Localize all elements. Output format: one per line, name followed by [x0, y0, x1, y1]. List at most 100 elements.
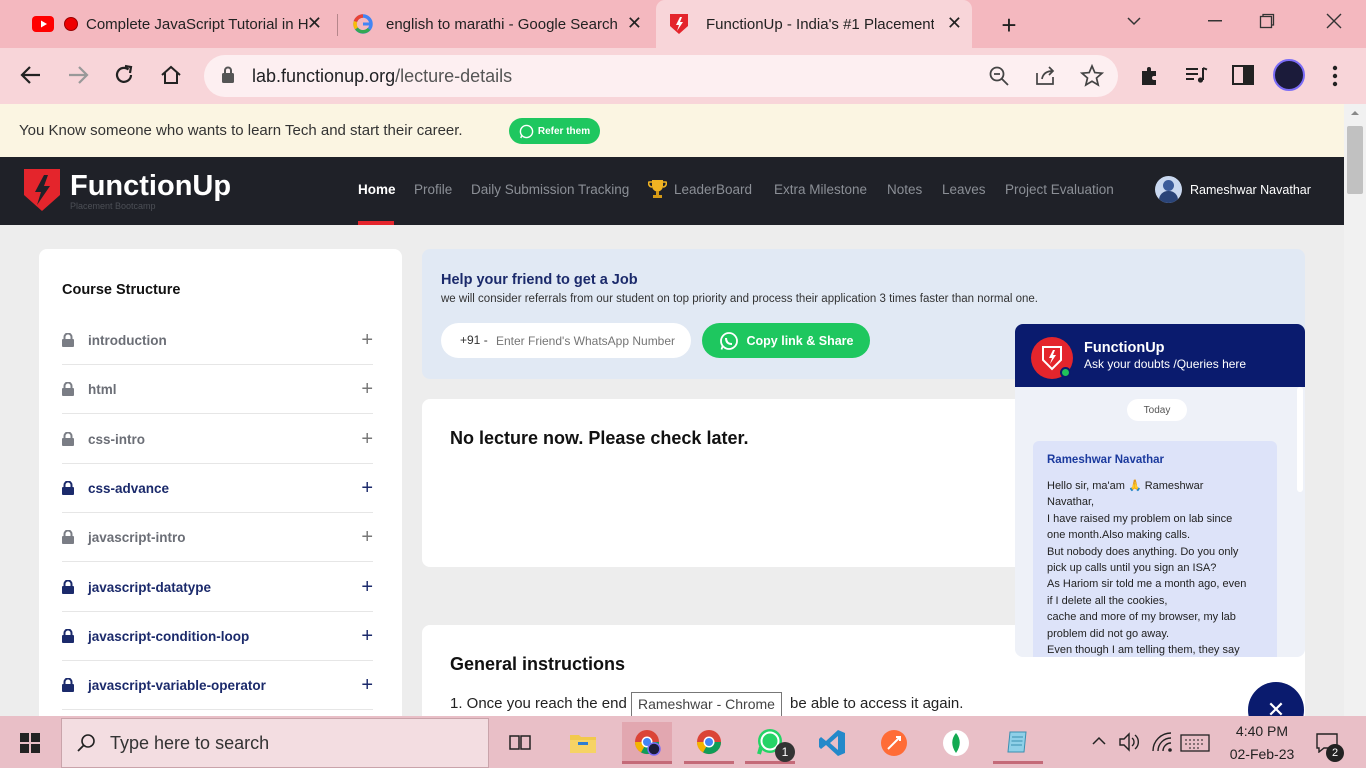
expand-plus-icon[interactable]: +: [361, 477, 373, 500]
banner-text: You Know someone who wants to learn Tech…: [19, 122, 463, 139]
phone-prefix: +91 -: [460, 333, 488, 347]
course-item-javascript-datatype[interactable]: javascript-datatype +: [62, 563, 373, 612]
tab-title: Complete JavaScript Tutorial in Hindi: [86, 15, 308, 33]
chevron-up-icon[interactable]: [1091, 736, 1107, 746]
nav-notes[interactable]: Notes: [887, 182, 922, 197]
file-explorer-icon[interactable]: [558, 722, 608, 764]
nav-extra-milestone[interactable]: Extra Milestone: [774, 182, 867, 197]
chat-scrollbar[interactable]: [1297, 387, 1303, 492]
more-menu-icon[interactable]: [1331, 65, 1339, 87]
instructions-title: General instructions: [450, 654, 626, 674]
close-tab-icon[interactable]: ✕: [627, 14, 642, 32]
nav-daily-submission-tracking[interactable]: Daily Submission Tracking: [471, 182, 629, 197]
refer-them-button[interactable]: Refer them: [509, 118, 600, 144]
course-item-html[interactable]: html +: [62, 365, 373, 414]
tab-separator: [337, 14, 338, 36]
close-tab-icon[interactable]: ✕: [307, 14, 322, 32]
expand-plus-icon[interactable]: +: [361, 329, 373, 352]
course-item-javascript-condition-loop[interactable]: javascript-condition-loop +: [62, 612, 373, 661]
nav-profile[interactable]: Profile: [414, 182, 452, 197]
zoom-icon[interactable]: [988, 65, 1010, 87]
course-item-introduction[interactable]: introduction +: [62, 316, 373, 365]
url-text[interactable]: lab.functionup.org/lecture-details: [252, 66, 512, 87]
recording-dot-icon: [64, 17, 78, 31]
media-queue-icon[interactable]: [1184, 64, 1208, 86]
online-status-dot: [1060, 367, 1071, 378]
course-item-javascript-intro[interactable]: javascript-intro +: [62, 513, 373, 562]
task-view-icon[interactable]: [508, 731, 532, 753]
home-icon[interactable]: [160, 64, 182, 86]
bookmark-star-icon[interactable]: [1080, 64, 1104, 88]
expand-plus-icon[interactable]: +: [361, 576, 373, 599]
chrome-taskbar-icon[interactable]: [684, 722, 734, 764]
course-structure-title: Course Structure: [62, 282, 181, 298]
clock-date[interactable]: 02-Feb-23: [1222, 746, 1302, 762]
minimize-icon[interactable]: [1208, 20, 1222, 22]
profile-avatar-icon[interactable]: [1273, 59, 1305, 91]
functionup-logo-icon[interactable]: [22, 167, 62, 213]
notification-count-badge: 2: [1326, 744, 1344, 762]
functionup-logo-icon: [1042, 346, 1062, 371]
expand-plus-icon[interactable]: +: [361, 526, 373, 549]
user-avatar[interactable]: [1155, 176, 1182, 203]
expand-plus-icon[interactable]: +: [361, 674, 373, 697]
restore-icon[interactable]: [1259, 13, 1275, 29]
tab-functionup[interactable]: FunctionUp - India's #1 Placement Bootca…: [656, 0, 972, 48]
tab-google-search[interactable]: english to marathi - Google Search ✕: [340, 0, 652, 48]
mongodb-icon[interactable]: [931, 722, 981, 764]
notepad-icon[interactable]: [993, 722, 1043, 764]
google-icon: [353, 14, 373, 34]
scroll-up-icon[interactable]: [1350, 110, 1360, 116]
course-item-label: javascript-intro: [88, 529, 186, 545]
side-panel-icon[interactable]: [1232, 65, 1254, 85]
chat-message-text: Hello sir, ma'am 🙏 Rameshwar Navathar, I…: [1047, 480, 1247, 657]
extensions-icon[interactable]: [1139, 64, 1161, 86]
course-item-css-advance[interactable]: css-advance +: [62, 464, 373, 513]
course-item-label: introduction: [88, 332, 167, 348]
share-icon[interactable]: [1034, 65, 1056, 87]
reload-icon[interactable]: [113, 64, 135, 86]
tab-title: FunctionUp - India's #1 Placement Bootca…: [706, 15, 934, 33]
brand-name[interactable]: FunctionUp: [70, 170, 231, 203]
nav-leaves[interactable]: Leaves: [942, 182, 986, 197]
lock-icon[interactable]: [221, 66, 235, 84]
speaker-icon[interactable]: [1118, 731, 1142, 753]
user-name[interactable]: Rameshwar Navathar: [1190, 183, 1311, 197]
friend-whatsapp-input[interactable]: [496, 330, 681, 352]
course-item-label: css-intro: [88, 431, 146, 447]
nav-home[interactable]: Home: [358, 182, 396, 197]
expand-plus-icon[interactable]: +: [361, 378, 373, 401]
tab-javascript-tutorial[interactable]: Complete JavaScript Tutorial in Hindi ✕: [20, 0, 332, 48]
lock-icon: [62, 481, 74, 495]
new-tab-button[interactable]: +: [996, 10, 1022, 40]
lock-icon: [62, 580, 74, 594]
course-item-javascript-variable-operator[interactable]: javascript-variable-operator +: [62, 661, 373, 710]
close-window-icon[interactable]: [1326, 13, 1342, 29]
close-tab-icon[interactable]: ✕: [947, 14, 962, 32]
expand-plus-icon[interactable]: +: [361, 625, 373, 648]
clock-time[interactable]: 4:40 PM: [1222, 723, 1302, 739]
scrollbar-thumb[interactable]: [1347, 126, 1363, 194]
nav-project-evaluation[interactable]: Project Evaluation: [1005, 182, 1114, 197]
search-icon: [77, 734, 95, 752]
nav-leaderboard[interactable]: LeaderBoard: [674, 182, 752, 197]
expand-plus-icon[interactable]: +: [361, 428, 373, 451]
trophy-icon: [648, 180, 667, 198]
wifi-icon[interactable]: [1151, 731, 1173, 753]
copy-link-share-button[interactable]: Copy link & Share: [702, 323, 870, 358]
vscode-icon[interactable]: [807, 722, 857, 764]
keyboard-icon[interactable]: [1180, 734, 1210, 752]
chevron-down-icon[interactable]: [1126, 15, 1142, 27]
help-subtitle: we will consider referrals from our stud…: [441, 293, 1039, 305]
chat-message-bubble: Rameshwar Navathar Hello sir, ma'am 🙏 Ra…: [1033, 441, 1277, 657]
course-item-label: html: [88, 381, 117, 397]
brand-tagline: Placement Bootcamp: [70, 201, 156, 211]
functionup-logo-icon: [670, 14, 688, 34]
postman-icon[interactable]: [869, 722, 919, 764]
course-item-css-intro[interactable]: css-intro +: [62, 415, 373, 464]
page-scrollbar[interactable]: [1344, 104, 1366, 716]
back-arrow-icon[interactable]: [20, 64, 42, 86]
windows-start-icon[interactable]: [20, 733, 40, 753]
chrome-profile-taskbar-icon[interactable]: [622, 722, 672, 764]
forward-arrow-icon[interactable]: [67, 64, 89, 86]
